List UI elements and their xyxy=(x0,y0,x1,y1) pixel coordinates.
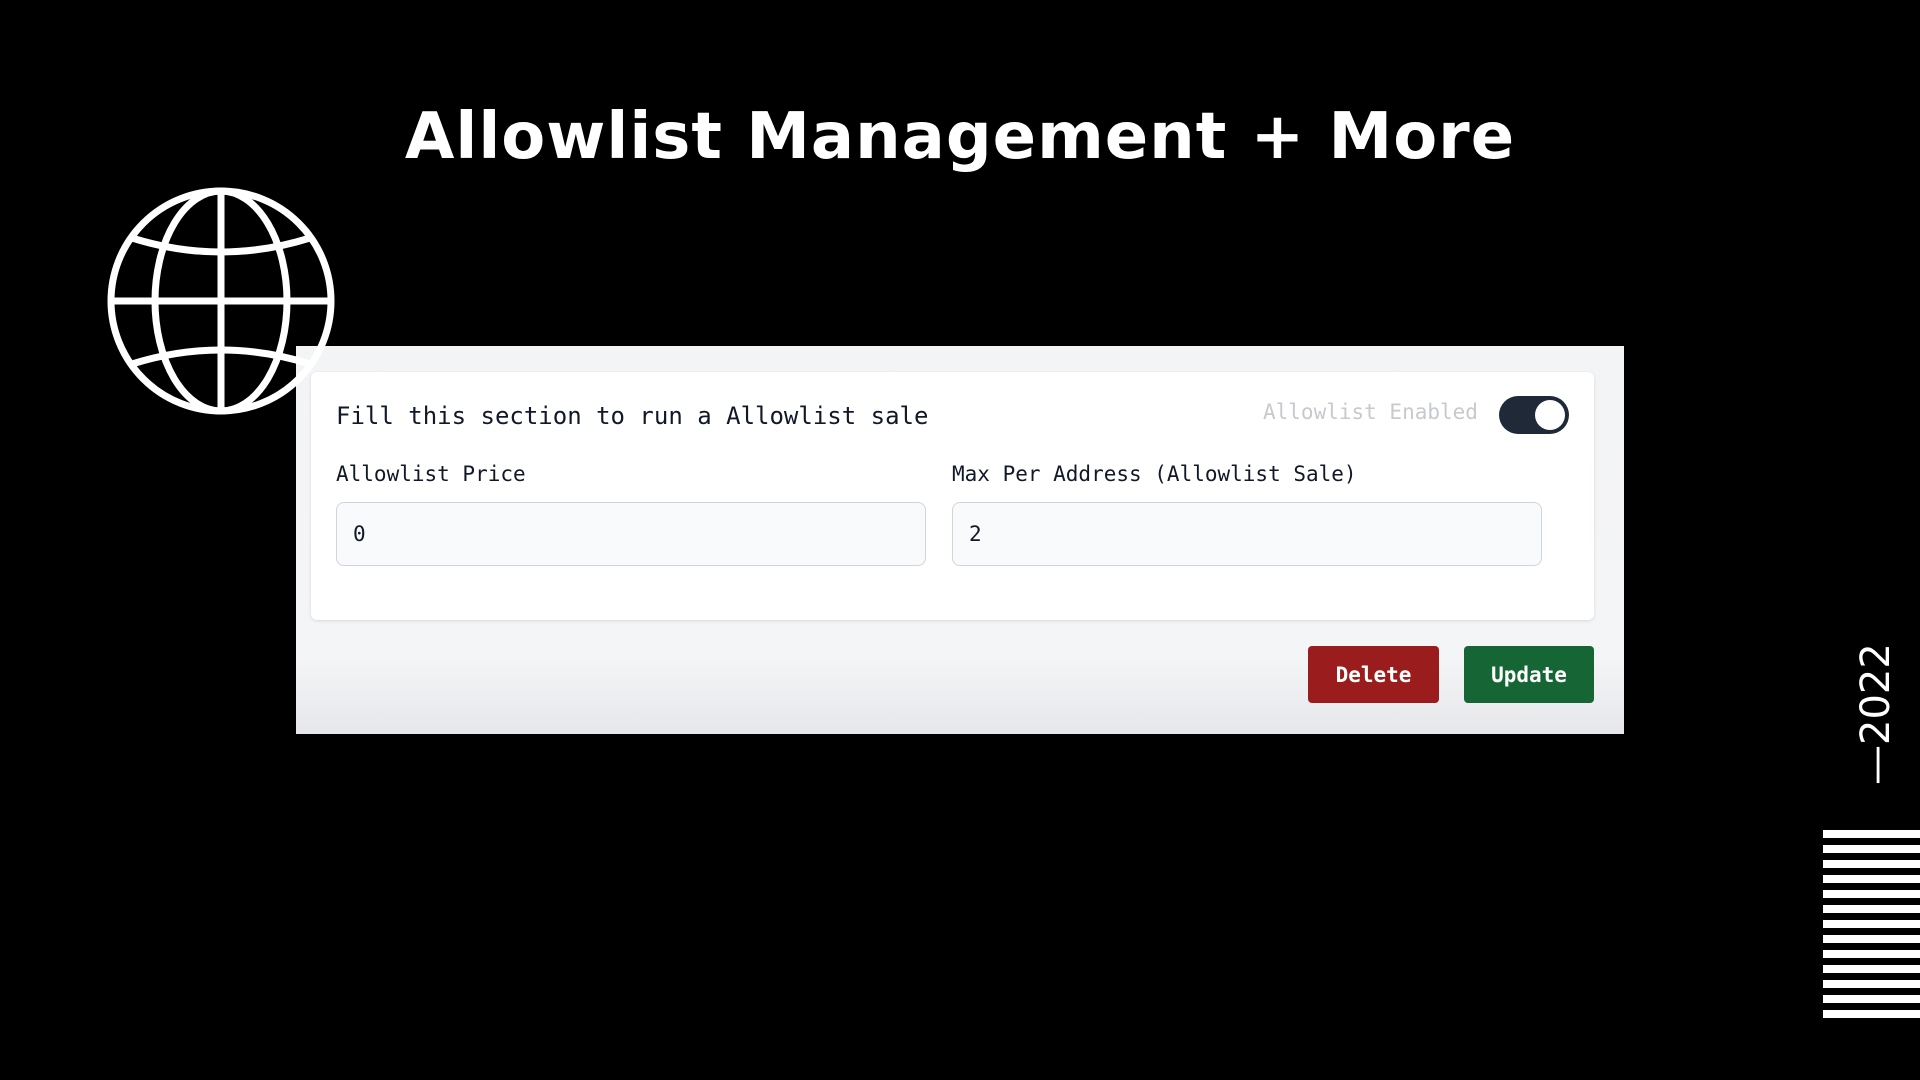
allowlist-enabled-toggle[interactable] xyxy=(1499,396,1569,434)
year-mark: —2022 xyxy=(1853,643,1899,785)
allowlist-price-input[interactable] xyxy=(336,502,926,566)
update-button[interactable]: Update xyxy=(1464,646,1594,703)
section-heading: Fill this section to run a Allowlist sal… xyxy=(336,402,929,430)
allowlist-card: Fill this section to run a Allowlist sal… xyxy=(311,372,1594,620)
delete-button[interactable]: Delete xyxy=(1308,646,1439,703)
allowlist-panel: Fill this section to run a Allowlist sal… xyxy=(296,346,1624,734)
globe-icon xyxy=(107,187,335,415)
allowlist-enabled-label: Allowlist Enabled xyxy=(1263,400,1478,424)
max-per-address-input[interactable] xyxy=(952,502,1542,566)
toggle-knob xyxy=(1535,400,1565,430)
barcode-decoration xyxy=(1823,830,1920,1025)
max-per-address-label: Max Per Address (Allowlist Sale) xyxy=(952,462,1357,486)
allowlist-price-label: Allowlist Price xyxy=(336,462,526,486)
slide-title: Allowlist Management + More xyxy=(404,100,1516,174)
